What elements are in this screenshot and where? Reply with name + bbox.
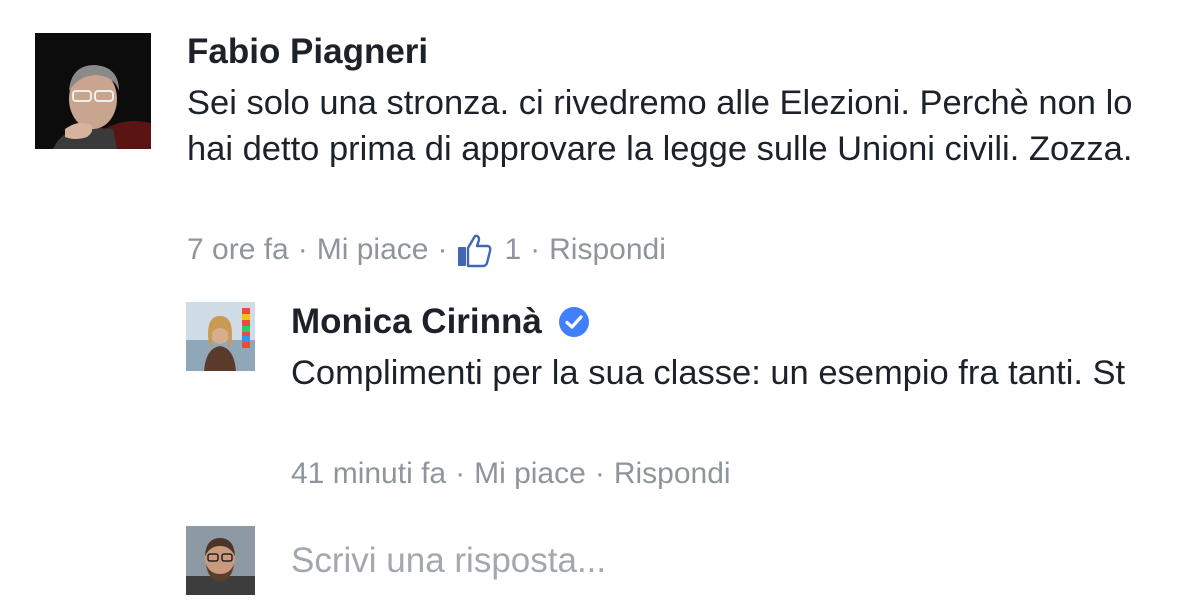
reply-header: Monica Cirinnà — [291, 300, 590, 344]
like-count[interactable]: 1 — [504, 230, 521, 270]
separator: · — [530, 233, 541, 266]
reply-author-avatar[interactable] — [186, 302, 255, 371]
separator: · — [437, 233, 448, 266]
separator: · — [297, 233, 308, 266]
like-link[interactable]: Mi piace — [317, 230, 429, 270]
reply-input[interactable] — [291, 538, 1151, 584]
reply-text: Complimenti per la sua classe: un esempi… — [291, 354, 1126, 392]
reply-link[interactable]: Rispondi — [614, 454, 731, 494]
current-user-avatar — [186, 526, 255, 595]
comment-author-name[interactable]: Fabio Piagneri — [187, 30, 428, 74]
like-link[interactable]: Mi piace — [474, 454, 586, 494]
comment-actions: 7 ore fa · Mi piace · 1 · Rispondi — [187, 230, 666, 270]
author-avatar[interactable] — [35, 33, 151, 149]
reply-actions: 41 minuti fa · Mi piace · Rispondi — [291, 454, 731, 494]
thumbs-up-icon[interactable] — [456, 232, 492, 268]
comment-timestamp[interactable]: 7 ore fa — [187, 230, 289, 270]
reply-timestamp[interactable]: 41 minuti fa — [291, 454, 446, 494]
comment-text: Sei solo una stronza. ci rivedremo alle … — [187, 84, 1133, 168]
separator: · — [594, 457, 605, 490]
user-photo-icon — [35, 33, 151, 149]
reply-author-name[interactable]: Monica Cirinnà — [291, 300, 542, 344]
verified-badge-icon — [558, 306, 590, 338]
user-photo-icon — [186, 526, 255, 595]
user-photo-icon — [186, 302, 255, 371]
reply-link[interactable]: Rispondi — [549, 230, 666, 270]
separator: · — [455, 457, 466, 490]
